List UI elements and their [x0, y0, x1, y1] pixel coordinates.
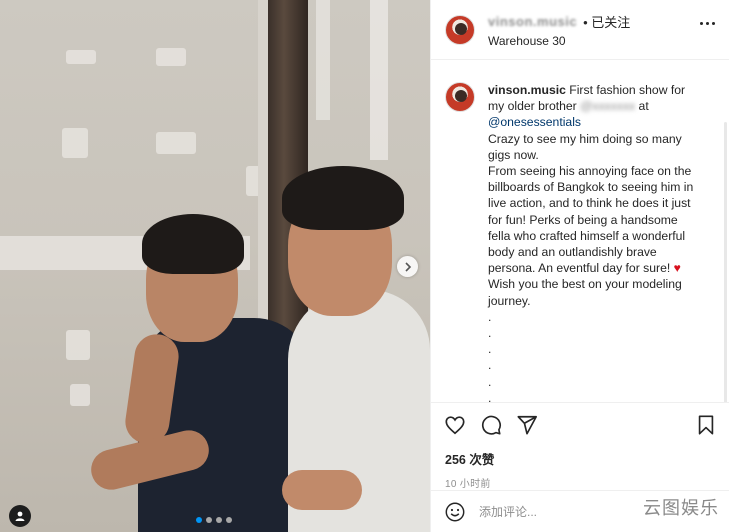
- user-tag-icon: [15, 511, 25, 521]
- save-button[interactable]: [694, 413, 718, 437]
- paper-plane-icon: [517, 415, 537, 435]
- comment-button[interactable]: [479, 413, 503, 437]
- caption-dot-line: .: [488, 309, 492, 324]
- caption-paragraph-1: Crazy to see my him doing so many gigs n…: [488, 131, 682, 162]
- caption-author-avatar[interactable]: [445, 82, 475, 112]
- wall-crack: [316, 0, 330, 120]
- wall-plaster: [156, 48, 186, 66]
- carousel-dot[interactable]: [206, 517, 212, 523]
- caption-dots: .......: [488, 309, 701, 402]
- post-side-panel: vinson.music • 已关注 Warehouse 30 vinson.m…: [430, 0, 729, 532]
- caption-mention-brand[interactable]: @onesessentials: [488, 115, 581, 129]
- carousel-dot[interactable]: [196, 517, 202, 523]
- author-avatar[interactable]: [445, 14, 475, 45]
- caption-dot-line: .: [488, 390, 492, 402]
- author-username[interactable]: vinson.music: [488, 14, 577, 29]
- tagged-users-button[interactable]: [9, 505, 31, 527]
- chevron-right-icon: [404, 261, 411, 272]
- caption-text: vinson.music First fashion show for my o…: [488, 82, 701, 402]
- watermark-text: 云图娱乐: [643, 498, 719, 519]
- post-location[interactable]: Warehouse 30: [488, 34, 630, 48]
- carousel-dot[interactable]: [226, 517, 232, 523]
- caption-dot-line: .: [488, 342, 492, 357]
- post-header: vinson.music • 已关注 Warehouse 30: [431, 0, 729, 60]
- share-button[interactable]: [515, 413, 539, 437]
- carousel-next-button[interactable]: [397, 256, 418, 277]
- more-options-icon[interactable]: [700, 22, 715, 25]
- post-actions: 256 次赞 10 小时前: [431, 402, 729, 490]
- caption-scrollbar[interactable]: [724, 122, 727, 402]
- caption-paragraph-2a: From seeing his annoying face on the bil…: [488, 164, 694, 276]
- wall-plaster: [66, 50, 96, 64]
- heart-outline-icon: [445, 416, 465, 435]
- carousel-dot[interactable]: [216, 517, 222, 523]
- bookmark-icon: [698, 415, 714, 435]
- follow-status[interactable]: • 已关注: [583, 12, 630, 31]
- comment-icon: [481, 415, 501, 435]
- caption-dot-line: .: [488, 326, 492, 341]
- like-button[interactable]: [443, 413, 467, 437]
- emoji-picker-button[interactable]: [443, 500, 467, 524]
- post-timestamp[interactable]: 10 小时前: [443, 475, 718, 490]
- caption-section: vinson.music First fashion show for my o…: [431, 60, 729, 402]
- wall-plaster: [70, 384, 90, 406]
- caption-username[interactable]: vinson.music: [488, 83, 566, 97]
- caption-paragraph-2b: Wish you the best on your modeling journ…: [488, 277, 682, 308]
- heart-emoji-icon: ♥: [673, 261, 681, 276]
- wall-plaster: [156, 132, 196, 154]
- caption-dot-line: .: [488, 358, 492, 373]
- caption-at: at: [635, 99, 649, 114]
- wall-plaster: [66, 330, 90, 360]
- wall-plaster: [62, 128, 88, 158]
- post-photo[interactable]: [0, 0, 430, 532]
- comment-input[interactable]: [479, 504, 639, 519]
- caption-dot-line: .: [488, 374, 492, 389]
- smiley-icon: [445, 502, 465, 521]
- carousel-indicator: [196, 517, 232, 523]
- like-count[interactable]: 256 次赞: [443, 449, 718, 468]
- caption-mention-hidden[interactable]: @xxxxxxx: [580, 99, 635, 113]
- wall-crack: [370, 0, 388, 160]
